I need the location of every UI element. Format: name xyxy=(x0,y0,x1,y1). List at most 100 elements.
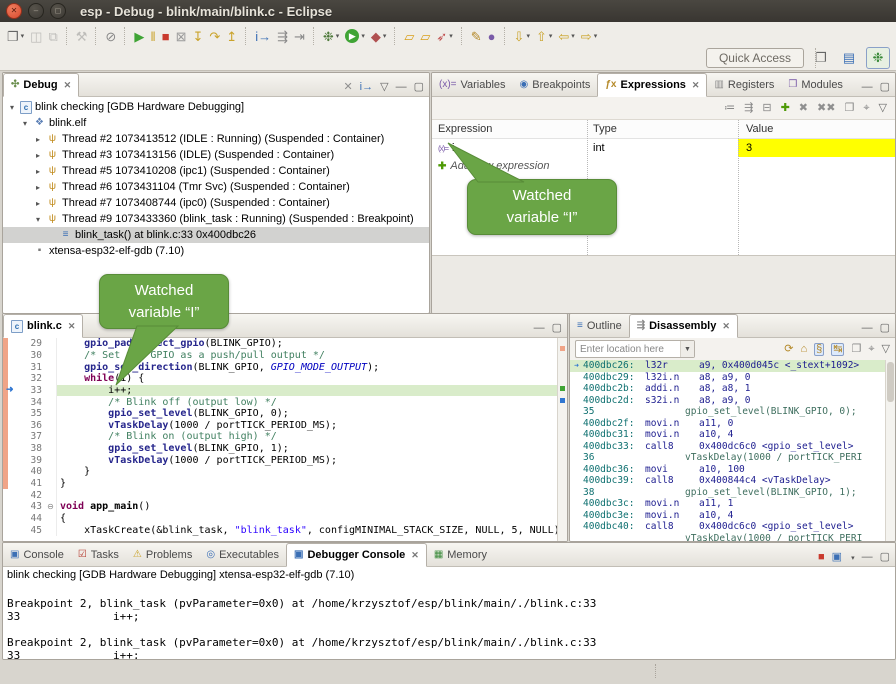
annotation-ruler-cell[interactable] xyxy=(3,396,16,408)
code-line-text[interactable]: gpio_set_level(BLINK_GPIO, 0); xyxy=(56,408,567,420)
debug-tree-item[interactable]: ≡blink_task() at blink.c:33 0x400dbc26 xyxy=(3,227,429,243)
instruction-stepping-icon[interactable]: i→ xyxy=(360,82,373,93)
annotation-ruler-cell[interactable] xyxy=(3,454,16,466)
folder-open-button[interactable]: ▱ xyxy=(417,25,433,47)
disassembly-line[interactable]: 400dbc29:l32i.na8, a9, 0 xyxy=(570,372,886,384)
line-number[interactable]: 36 xyxy=(16,420,45,431)
line-number[interactable]: 41 xyxy=(16,478,45,489)
type-cell[interactable]: int xyxy=(587,139,738,157)
column-separator[interactable] xyxy=(738,120,739,257)
next-annotation-button[interactable]: ⇩▾ xyxy=(511,25,533,47)
code-line-text[interactable]: vTaskDelay(1000 / portTICK_PERIOD_MS); xyxy=(56,454,567,466)
disassembly-line[interactable]: 400dbc33:call80x400dc6c0 <gpio_set_level… xyxy=(570,441,886,453)
line-number[interactable]: 35 xyxy=(16,408,45,419)
code-line-text[interactable]: while(1) { xyxy=(56,373,567,385)
debug-tree-item[interactable]: ▸ψThread #2 1073413512 (IDLE : Running) … xyxy=(3,131,429,147)
annotation-ruler-cell[interactable] xyxy=(3,408,16,420)
external-tools-button[interactable]: ◆▾ xyxy=(368,25,390,47)
expression-row[interactable]: (x)=iint3 xyxy=(432,139,895,157)
window-minimize-button[interactable]: – xyxy=(28,3,44,19)
line-number[interactable]: 29 xyxy=(16,338,45,349)
disassembly-line[interactable]: 400dbc2f:movi.na11, 0 xyxy=(570,418,886,430)
remove-expression-icon[interactable]: ✖ xyxy=(799,103,808,114)
tree-expander-icon[interactable]: ▾ xyxy=(7,103,17,112)
view-menu-icon[interactable]: ▽ xyxy=(879,103,887,114)
minimize-icon[interactable]: — xyxy=(862,82,873,93)
maximize-icon[interactable]: ▢ xyxy=(414,82,424,93)
annotation-ruler-cell[interactable] xyxy=(3,478,16,490)
column-header-value[interactable]: Value xyxy=(738,120,895,138)
view-menu-icon[interactable]: ▽ xyxy=(882,344,890,355)
code-line-text[interactable] xyxy=(56,489,567,501)
suspend-button[interactable]: ‖ xyxy=(147,25,158,47)
combo-dropdown-icon[interactable]: ▼ xyxy=(680,341,694,357)
console-tab-problems[interactable]: ⚠Problems xyxy=(126,544,199,566)
step-over-button[interactable]: ↷ xyxy=(206,25,223,47)
target-launch-button[interactable]: ➶▾ xyxy=(433,25,455,47)
line-number[interactable]: 38 xyxy=(16,443,45,454)
disassembly-line[interactable]: 400dbc2d:s32i.na8, a9, 0 xyxy=(570,395,886,407)
disassembly-line[interactable]: 400dbc3c:movi.na11, 1 xyxy=(570,498,886,510)
add-expression-icon[interactable]: ✚ xyxy=(781,103,790,114)
debug-tree-item[interactable]: ▸ψThread #7 1073408744 (ipc0) (Suspended… xyxy=(3,195,429,211)
tree-expander-icon[interactable]: ▸ xyxy=(33,167,43,176)
disassembly-line[interactable]: 400dbc2b:addi.na8, a8, 1 xyxy=(570,383,886,395)
format-button[interactable]: ✎ xyxy=(468,25,485,47)
home-icon[interactable]: ⌂ xyxy=(800,344,807,355)
disassembly-tab-outline[interactable]: ≡Outline xyxy=(570,315,629,337)
minimize-icon[interactable]: — xyxy=(862,552,873,563)
value-cell[interactable]: 3 xyxy=(738,139,895,157)
code-line-text[interactable]: void app_main() xyxy=(56,501,567,513)
overview-ruler[interactable] xyxy=(557,338,567,541)
new-view-icon[interactable]: ❐ xyxy=(851,344,861,355)
skip-all-breakpoints-button[interactable]: ⊘ xyxy=(102,25,119,47)
step-return-button[interactable]: ↥ xyxy=(223,25,240,47)
previous-annotation-button[interactable]: ⇧▾ xyxy=(533,25,555,47)
watch-tab-breakpoints[interactable]: ◉Breakpoints xyxy=(513,74,598,96)
new-view-icon[interactable]: ❐ xyxy=(844,103,854,114)
close-tab-icon[interactable]: ✕ xyxy=(411,550,419,561)
new-wizard-button[interactable]: ❐▾ xyxy=(4,25,27,47)
annotation-ruler-cell[interactable]: ➜ xyxy=(3,385,16,397)
close-tab-icon[interactable]: ✕ xyxy=(68,321,76,332)
editor-tab-blink-c[interactable]: cblink.c✕ xyxy=(3,314,83,338)
terminate-console-icon[interactable]: ■ xyxy=(818,552,825,563)
window-maximize-button[interactable]: ◻ xyxy=(50,3,66,19)
code-line-text[interactable]: vTaskDelay(1000 / portTICK_PERIOD_MS); xyxy=(56,419,567,431)
maximize-icon[interactable]: ▢ xyxy=(880,552,890,563)
console-tab-memory[interactable]: ▦Memory xyxy=(427,544,494,566)
code-line-text[interactable]: i++; xyxy=(56,385,567,397)
code-line-text[interactable]: /* Set the GPIO as a push/pull output */ xyxy=(56,350,567,362)
disconnect-button[interactable]: ⊠ xyxy=(173,25,190,47)
remove-all-expressions-icon[interactable]: ✖✖ xyxy=(817,103,835,114)
refresh-icon[interactable]: ⟳ xyxy=(784,344,793,355)
close-tab-icon[interactable]: ✕ xyxy=(692,80,700,91)
tree-expander-icon[interactable]: ▾ xyxy=(20,119,30,128)
maximize-icon[interactable]: ▢ xyxy=(880,82,890,93)
quick-access-button[interactable]: Quick Access xyxy=(706,48,804,68)
debug-tree-item[interactable]: ▾cblink checking [GDB Hardware Debugging… xyxy=(3,99,429,115)
code-editor[interactable]: 29 gpio_pad_select_gpio(BLINK_GPIO);30 /… xyxy=(3,338,567,541)
instruction-stepping-mode-button[interactable]: i→ xyxy=(252,25,274,47)
tree-expander-icon[interactable]: ▸ xyxy=(33,183,43,192)
line-number[interactable]: 42 xyxy=(16,490,45,501)
dropdown-arrow-icon[interactable]: ▾ xyxy=(851,554,855,562)
code-line-text[interactable]: gpio_set_direction(BLINK_GPIO, GPIO_MODE… xyxy=(56,361,567,373)
view-menu-icon[interactable]: ▽ xyxy=(380,82,388,93)
disassembly-line[interactable]: 35gpio_set_level(BLINK_GPIO, 0); xyxy=(570,406,886,418)
watch-tab-expressions[interactable]: ƒxExpressions✕ xyxy=(597,73,707,97)
column-header-expression[interactable]: Expression xyxy=(432,120,587,138)
debug-tree-item[interactable]: ▾❖blink.elf xyxy=(3,115,429,131)
debug-button[interactable]: ❉▾ xyxy=(320,25,342,47)
disassembly-line[interactable]: 38gpio_set_level(BLINK_GPIO, 1); xyxy=(570,487,886,499)
cpp-perspective-button[interactable]: ▤ xyxy=(838,48,860,68)
overview-current-line-mark[interactable] xyxy=(560,386,565,391)
line-number[interactable]: 40 xyxy=(16,466,45,477)
column-header-type[interactable]: Type xyxy=(587,120,738,138)
location-combo[interactable]: Enter location here ▼ xyxy=(575,340,695,358)
line-number[interactable]: 44 xyxy=(16,513,45,524)
show-source-icon[interactable]: § xyxy=(814,343,824,356)
code-line-text[interactable]: /* Blink on (output high) */ xyxy=(56,431,567,443)
collapse-all-icon[interactable]: ⊟ xyxy=(762,103,771,114)
overview-diff-mark[interactable] xyxy=(560,346,565,351)
